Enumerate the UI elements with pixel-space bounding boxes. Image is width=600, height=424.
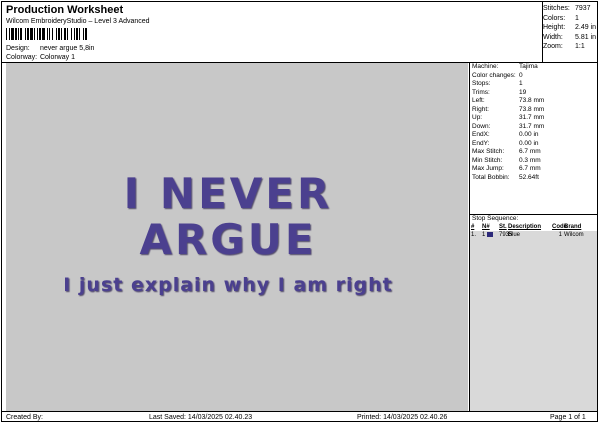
embroidery-design: I NEVER ARGUE I just explain why I am ri…	[63, 169, 393, 296]
machine-row: Left: 73.8 mm	[472, 97, 544, 106]
stat-label: Height:	[543, 24, 566, 31]
stat-stitches: Stitches: 7937	[543, 4, 596, 14]
design-preview: I NEVER ARGUE I just explain why I am ri…	[6, 63, 468, 411]
stat-label: Zoom:	[543, 43, 563, 50]
colorway-value: Colorway 1	[39, 54, 75, 61]
machine-row: Down: 31.7 mm	[472, 123, 544, 132]
column-header: Description	[508, 224, 542, 230]
machine-row: Machine: Tajima	[472, 63, 544, 72]
stat-width: Width: 5.81 in	[543, 33, 596, 43]
machine-row: Up: 31.7 mm	[472, 114, 544, 123]
barcode-bar	[87, 28, 88, 40]
last-saved: Last Saved: 14/03/2025 02.40.23	[149, 414, 253, 421]
machine-row: Right: 73.8 mm	[472, 106, 544, 115]
machine-row: Min Stitch: 0.3 mm	[472, 157, 544, 166]
machine-label: Up:	[472, 114, 483, 121]
machine-row: Max Jump: 6.7 mm	[472, 165, 544, 174]
column-header: #	[471, 224, 475, 230]
divider	[2, 411, 597, 412]
machine-value: 31.7 mm	[519, 114, 545, 121]
printed-date: Printed: 14/03/2025 02.40.26	[357, 414, 448, 421]
design-label: Design:	[6, 45, 30, 52]
machine-value: 73.8 mm	[519, 97, 545, 104]
machine-value: 0.3 mm	[519, 156, 541, 164]
stat-zoom: Zoom: 1:1	[543, 42, 596, 52]
machine-label: Right:	[472, 105, 489, 113]
column-header: Code	[552, 224, 567, 230]
column-header: N#	[482, 224, 490, 230]
machine-label: Total Bobbin:	[472, 173, 510, 181]
machine-row: Max Stitch: 6.7 mm	[472, 148, 544, 157]
machine-value: 0.00 in	[519, 131, 539, 138]
machine-value: 19	[519, 88, 527, 96]
stat-value: 1	[575, 14, 579, 22]
design-text-line1: I NEVER	[124, 169, 333, 218]
cell-needle: 1	[482, 231, 499, 239]
stat-value: 1:1	[575, 43, 585, 50]
machine-label: EndX:	[472, 131, 490, 138]
machine-label: Down:	[472, 122, 491, 130]
design-meta: Design: never argue 5,8in	[6, 45, 94, 52]
stat-value: 5.81 in	[575, 33, 597, 41]
machine-value: 31.7 mm	[519, 122, 545, 130]
machine-value: 6.7 mm	[519, 165, 541, 172]
machine-label: Min Stitch:	[472, 156, 503, 164]
stat-value: 7937	[575, 5, 591, 12]
machine-value: 73.8 mm	[519, 105, 545, 113]
design-text-line3: I just explain why I am right	[63, 274, 393, 296]
stop-sequence-table: # N# St. Description Code Brand 1. 1 793…	[471, 223, 597, 239]
machine-row: EndX: 0.00 in	[472, 131, 544, 140]
created-by: Created By:	[6, 414, 43, 421]
cell-code: 1	[558, 232, 562, 238]
worksheet-page: Production Worksheet Wilcom EmbroiderySt…	[1, 1, 598, 422]
machine-row: EndY: 0.00 in	[472, 140, 544, 149]
machine-label: Machine:	[472, 63, 499, 70]
stop-sequence-background	[470, 231, 597, 411]
stat-colors: Colors: 1	[543, 14, 596, 24]
barcode	[6, 28, 130, 40]
machine-info: Machine: Tajima Color changes: 0 Stops: 1 T…	[472, 63, 544, 182]
machine-label: Max Jump:	[472, 165, 504, 172]
colorway-meta: Colorway: Colorway 1	[6, 54, 75, 61]
column-header: St.	[499, 224, 507, 230]
machine-row: Stops: 1	[472, 80, 544, 89]
machine-value: 0.00 in	[519, 139, 539, 147]
machine-row: Trims: 19	[472, 89, 544, 98]
machine-row: Color changes: 0	[472, 72, 544, 81]
machine-label: Color changes:	[472, 71, 516, 79]
design-text-line2: ARGUE	[139, 215, 316, 264]
colorway-label: Colorway:	[6, 54, 38, 61]
cell-description: Blue	[508, 232, 521, 238]
machine-label: Max Stitch:	[472, 148, 505, 155]
page-title: Production Worksheet	[6, 4, 124, 16]
machine-label: Left:	[472, 97, 485, 104]
stat-label: Width:	[543, 33, 563, 41]
table-row: 1. 1 7935 Blue 1 Wilcom	[471, 231, 597, 239]
page-number: Page 1 of 1	[550, 414, 586, 421]
stat-label: Stitches:	[543, 5, 570, 12]
stat-value: 2.49 in	[575, 24, 597, 31]
table-header: # N# St. Description Code Brand	[471, 223, 597, 231]
machine-value: Tajima	[519, 63, 538, 70]
machine-label: EndY:	[472, 139, 490, 147]
color-swatch	[487, 231, 494, 237]
machine-value: 1	[519, 80, 523, 87]
machine-row: Total Bobbin: 52.64ft	[472, 174, 544, 183]
machine-value: 0	[519, 71, 523, 79]
machine-value: 52.64ft	[519, 173, 539, 181]
machine-value: 6.7 mm	[519, 148, 541, 155]
design-value: never argue 5,8in	[39, 45, 95, 52]
stat-height: Height: 2.49 in	[543, 23, 596, 33]
software-subtitle: Wilcom EmbroideryStudio – Level 3 Advanc…	[6, 18, 150, 25]
cell-num: 1.	[471, 232, 477, 238]
stat-label: Colors:	[543, 14, 566, 22]
cell-stitches: 7935	[499, 232, 513, 238]
column-header: Brand	[564, 224, 582, 230]
machine-label: Stops:	[472, 80, 491, 87]
cell-brand: Wilcom	[564, 232, 584, 238]
stats-panel: Stitches: 7937 Colors: 1 Height: 2.49 in Wi…	[543, 4, 596, 52]
machine-label: Trims:	[472, 88, 490, 96]
stop-sequence-title: Stop Sequence:	[470, 214, 597, 223]
needle-number: 1	[482, 232, 486, 238]
